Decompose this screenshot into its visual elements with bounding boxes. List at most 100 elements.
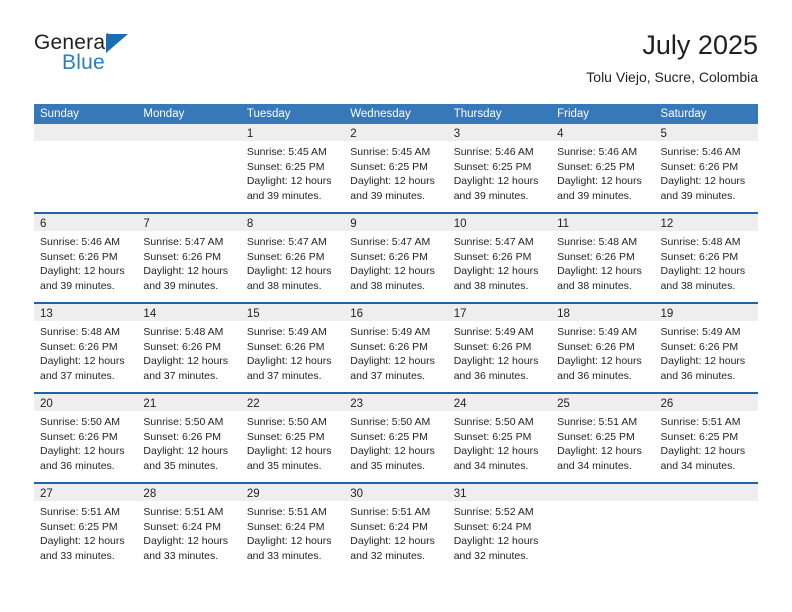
sunset-text: Sunset: 6:26 PM: [350, 250, 428, 263]
week-row: 27 Sunrise: 5:51 AM Sunset: 6:25 PM Dayligh…: [34, 482, 758, 572]
general-blue-logo[interactable]: General Blue: [34, 32, 164, 84]
day-details: Sunrise: 5:50 AM Sunset: 6:25 PM Daylight:…: [344, 411, 447, 473]
day-cell[interactable]: 30 Sunrise: 5:51 AM Sunset: 6:24 PM Dayligh…: [344, 484, 448, 572]
sunrise-text: Sunrise: 5:49 AM: [453, 326, 534, 338]
day-details: Sunrise: 5:50 AM Sunset: 6:26 PM Daylight:…: [137, 411, 240, 473]
day-cell[interactable]: 20 Sunrise: 5:50 AM Sunset: 6:26 PM Dayligh…: [34, 394, 138, 482]
sunset-text: Sunset: 6:24 PM: [143, 520, 222, 533]
day-details: Sunrise: 5:49 AM Sunset: 6:26 PM Daylight:…: [241, 321, 344, 383]
sunrise-text: Sunrise: 5:47 AM: [453, 236, 534, 248]
day-details: Sunrise: 5:49 AM Sunset: 6:26 PM Daylight:…: [551, 321, 654, 383]
day-number-band: 16: [344, 304, 448, 321]
weekday-header-monday: Monday: [143, 108, 185, 120]
calendar-grid: Sunday Monday Tuesday Wednesday Thursday…: [34, 104, 758, 572]
sunset-text: Sunset: 6:25 PM: [557, 160, 635, 173]
day-cell[interactable]: 23 Sunrise: 5:50 AM Sunset: 6:25 PM Dayligh…: [344, 394, 448, 482]
day-number-band: 11: [551, 214, 655, 231]
day-cell[interactable]: 21 Sunrise: 5:50 AM Sunset: 6:26 PM Dayligh…: [137, 394, 241, 482]
page-title: July 2025: [642, 30, 758, 60]
day-number-band: 1: [240, 124, 345, 141]
sunrise-text: Sunrise: 5:46 AM: [660, 146, 741, 158]
daylight-text-line1: Daylight: 12 hours: [40, 355, 125, 368]
day-number-band: 7: [137, 214, 241, 231]
day-number-band: 25: [551, 394, 655, 411]
daylight-text-line1: Daylight: 12 hours: [350, 355, 435, 368]
daylight-text-line1: Daylight: 12 hours: [143, 355, 229, 368]
daylight-text-line1: Daylight: 12 hours: [453, 265, 539, 278]
daylight-text-line1: Daylight: 12 hours: [453, 355, 539, 368]
day-number: 22: [246, 398, 260, 410]
daylight-text-line2: and 39 minutes.: [660, 189, 736, 202]
day-cell[interactable]: 10 Sunrise: 5:47 AM Sunset: 6:26 PM Dayligh…: [447, 214, 552, 302]
day-cell[interactable]: 17 Sunrise: 5:49 AM Sunset: 6:26 PM Dayligh…: [447, 304, 552, 392]
day-cell[interactable]: 6 Sunrise: 5:46 AM Sunset: 6:26 PM Daylight…: [34, 214, 138, 302]
day-cell[interactable]: 22 Sunrise: 5:50 AM Sunset: 6:25 PM Dayligh…: [240, 394, 345, 482]
day-cell[interactable]: 7 Sunrise: 5:47 AM Sunset: 6:26 PM Daylight…: [137, 214, 241, 302]
day-cell[interactable]: 12 Sunrise: 5:48 AM Sunset: 6:26 PM Dayligh…: [654, 214, 758, 302]
page-header: General Blue July 2025 Tolu Viejo, Sucre…: [34, 28, 758, 96]
day-details: Sunrise: 5:49 AM Sunset: 6:26 PM Daylight:…: [655, 321, 758, 383]
day-cell[interactable]: 13 Sunrise: 5:48 AM Sunset: 6:26 PM Dayligh…: [34, 304, 138, 392]
sunrise-text: Sunrise: 5:46 AM: [40, 236, 120, 248]
day-details: Sunrise: 5:50 AM Sunset: 6:25 PM Daylight:…: [241, 411, 344, 473]
day-number-band: 6: [34, 214, 138, 231]
day-cell[interactable]: 25 Sunrise: 5:51 AM Sunset: 6:25 PM Dayligh…: [551, 394, 655, 482]
day-number: 3: [453, 128, 461, 140]
day-cell[interactable]: 19 Sunrise: 5:49 AM Sunset: 6:26 PM Dayligh…: [654, 304, 758, 392]
calendar-page: General Blue July 2025 Tolu Viejo, Sucre…: [0, 0, 792, 612]
day-number: 2: [350, 128, 357, 140]
page-subtitle: Tolu Viejo, Sucre, Colombia: [586, 69, 758, 85]
day-number-band: 23: [344, 394, 448, 411]
day-cell[interactable]: 3 Sunrise: 5:46 AM Sunset: 6:25 PM Daylight…: [447, 124, 552, 212]
sunset-text: Sunset: 6:25 PM: [350, 430, 428, 443]
day-number: 17: [453, 308, 467, 320]
week-row: 20 Sunrise: 5:50 AM Sunset: 6:26 PM Dayligh…: [34, 392, 758, 482]
day-cell[interactable]: 31 Sunrise: 5:52 AM Sunset: 6:24 PM Dayligh…: [447, 484, 552, 572]
day-cell[interactable]: 24 Sunrise: 5:50 AM Sunset: 6:25 PM Dayligh…: [447, 394, 552, 482]
day-number: 9: [350, 218, 357, 230]
day-cell[interactable]: 26 Sunrise: 5:51 AM Sunset: 6:25 PM Dayligh…: [654, 394, 758, 482]
weekday-header-saturday: Saturday: [660, 108, 707, 120]
sunset-text: Sunset: 6:25 PM: [453, 160, 532, 173]
sunset-text: Sunset: 6:26 PM: [143, 430, 222, 443]
day-cell[interactable]: 28 Sunrise: 5:51 AM Sunset: 6:24 PM Dayligh…: [137, 484, 241, 572]
triangle-icon: [106, 34, 128, 53]
daylight-text-line1: Daylight: 12 hours: [40, 265, 125, 278]
sunrise-text: Sunrise: 5:49 AM: [660, 326, 741, 338]
day-cell[interactable]: 2 Sunrise: 5:45 AM Sunset: 6:25 PM Daylight…: [344, 124, 448, 212]
day-number: 19: [660, 308, 674, 320]
sunset-text: Sunset: 6:26 PM: [143, 340, 222, 353]
day-cell[interactable]: 5 Sunrise: 5:46 AM Sunset: 6:26 PM Daylight…: [654, 124, 758, 212]
daylight-text-line2: and 38 minutes.: [660, 279, 736, 292]
weekday-header-wednesday: Wednesday: [350, 108, 411, 120]
day-number-band: 4: [551, 124, 655, 141]
day-cell[interactable]: 4 Sunrise: 5:46 AM Sunset: 6:25 PM Daylight…: [551, 124, 655, 212]
sunrise-text: Sunrise: 5:47 AM: [246, 236, 327, 248]
day-details: Sunrise: 5:51 AM Sunset: 6:24 PM Daylight:…: [137, 501, 240, 563]
daylight-text-line1: Daylight: 12 hours: [350, 445, 435, 458]
sunset-text: Sunset: 6:26 PM: [557, 340, 635, 353]
day-cell[interactable]: 15 Sunrise: 5:49 AM Sunset: 6:26 PM Dayligh…: [240, 304, 345, 392]
sunrise-text: Sunrise: 5:47 AM: [143, 236, 224, 248]
day-cell[interactable]: 16 Sunrise: 5:49 AM Sunset: 6:26 PM Dayligh…: [344, 304, 448, 392]
daylight-text-line1: Daylight: 12 hours: [660, 265, 746, 278]
day-cell[interactable]: 29 Sunrise: 5:51 AM Sunset: 6:24 PM Dayligh…: [240, 484, 345, 572]
day-cell[interactable]: 14 Sunrise: 5:48 AM Sunset: 6:26 PM Dayligh…: [137, 304, 241, 392]
day-cell[interactable]: 9 Sunrise: 5:47 AM Sunset: 6:26 PM Daylight…: [344, 214, 448, 302]
day-number-band: 31: [447, 484, 552, 501]
day-cell[interactable]: 11 Sunrise: 5:48 AM Sunset: 6:26 PM Dayligh…: [551, 214, 655, 302]
day-number-band: 15: [240, 304, 345, 321]
day-cell[interactable]: 8 Sunrise: 5:47 AM Sunset: 6:26 PM Daylight…: [240, 214, 345, 302]
daylight-text-line2: and 37 minutes.: [350, 369, 425, 382]
day-cell[interactable]: 27 Sunrise: 5:51 AM Sunset: 6:25 PM Dayligh…: [34, 484, 138, 572]
sunset-text: Sunset: 6:25 PM: [557, 430, 635, 443]
daylight-text-line2: and 38 minutes.: [557, 279, 632, 292]
day-number-band: 5: [654, 124, 758, 141]
day-number: 23: [350, 398, 364, 410]
day-cell[interactable]: 18 Sunrise: 5:49 AM Sunset: 6:26 PM Dayligh…: [551, 304, 655, 392]
weekday-header-tuesday: Tuesday: [246, 108, 291, 120]
sunrise-text: Sunrise: 5:51 AM: [557, 416, 638, 428]
sunset-text: Sunset: 6:26 PM: [660, 340, 739, 353]
day-cell[interactable]: 1 Sunrise: 5:45 AM Sunset: 6:25 PM Daylight…: [240, 124, 345, 212]
daylight-text-line2: and 39 minutes.: [453, 189, 529, 202]
